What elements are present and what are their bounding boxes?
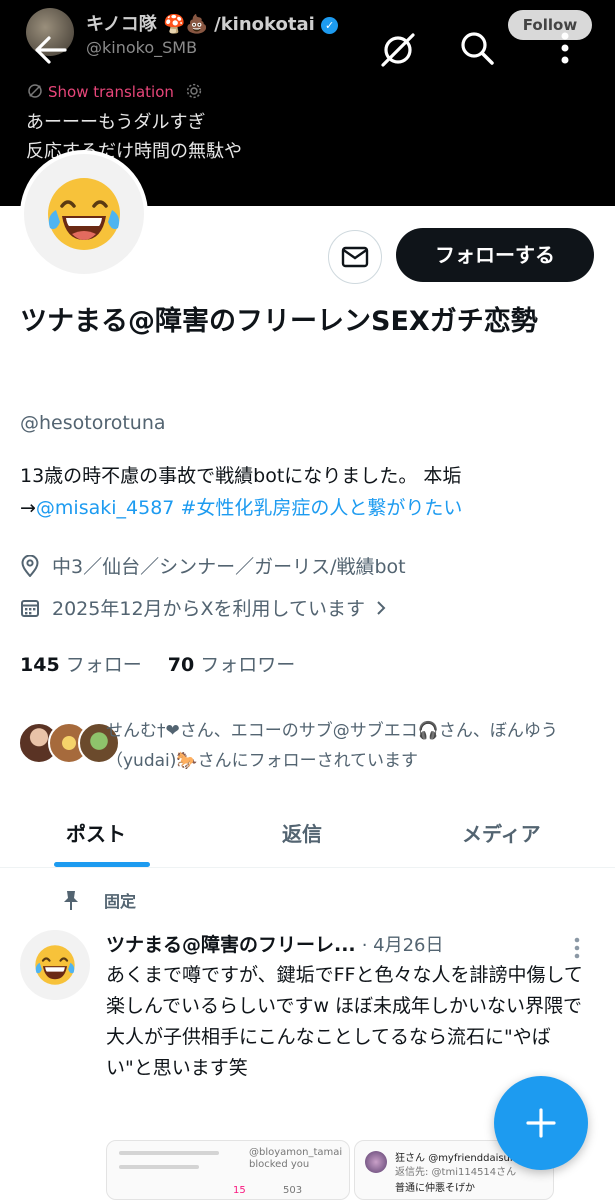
mushroom-emoji-icon: 🍄💩: [163, 14, 208, 35]
more-vertical-icon: [561, 32, 569, 64]
plus-icon: [526, 1108, 556, 1138]
banner-author-handle: @kinoko_SMB: [86, 38, 198, 57]
followers-count-link[interactable]: 70 フォロワー: [168, 654, 296, 676]
verified-badge-icon: ✓: [321, 17, 339, 34]
image-label: 503: [283, 1185, 303, 1196]
post-body: あくまで噂ですが、鍵垢でFFと色々な人を誹謗中傷して楽しんでいるらしいですw ほ…: [106, 964, 583, 1079]
post-author-avatar[interactable]: [20, 930, 90, 1000]
profile-joined-date[interactable]: 2025年12月からXを利用しています: [20, 594, 399, 621]
post-date[interactable]: · 4月26日: [362, 935, 444, 956]
chevron-right-icon: [377, 600, 386, 615]
followed-by-section[interactable]: せんむ†❤さん、エコーのサブ@サブエコ🎧さん、ぼんゆう（yudai)🐎さんにフォ…: [18, 716, 598, 778]
show-translation-link[interactable]: Show translation: [26, 82, 207, 101]
mute-toggle-button[interactable]: [374, 28, 422, 72]
more-vertical-icon: [574, 937, 580, 959]
following-count-link[interactable]: 145 フォロー: [20, 654, 142, 676]
more-options-button[interactable]: [545, 26, 585, 70]
profile-display-name: ツナまる@障害のフリーレンSEXガチ恋勢: [20, 306, 538, 337]
tab-posts[interactable]: ポスト: [66, 818, 126, 847]
pinned-label: 固定: [62, 888, 136, 912]
translation-icon: [28, 84, 42, 98]
active-tab-indicator: [54, 862, 150, 867]
follow-counts: 145 フォロー 70 フォロワー: [20, 650, 295, 677]
tab-media[interactable]: メディア: [462, 818, 541, 847]
profile-location: 中3／仙台／シンナー／ガーリス/戦績bot: [20, 552, 406, 579]
image-avatar: [365, 1151, 387, 1173]
profile-tabs: ポスト 返信 メディア: [0, 800, 615, 868]
gear-icon[interactable]: [185, 82, 203, 100]
followed-by-text: せんむ†❤さん、エコーのサブ@サブエコ🎧さん、ぼんゆう（yudai)🐎さんにフォ…: [106, 721, 558, 771]
image-text-line: [119, 1165, 199, 1169]
compose-post-button[interactable]: [494, 1076, 588, 1170]
search-button[interactable]: [455, 26, 499, 70]
post-author-name[interactable]: ツナまる@障害のフリーレ...: [106, 934, 356, 956]
laughing-emoji-icon: [48, 178, 120, 250]
back-arrow-icon: [35, 36, 67, 64]
image-label: 返信先: @tmi114514さん: [395, 1167, 517, 1178]
bio-hashtag-link[interactable]: #女性化乳房症の人と繋がりたい: [180, 497, 462, 519]
laughing-emoji-icon: [35, 945, 75, 985]
follow-button[interactable]: フォローする: [396, 228, 594, 282]
post-image-1[interactable]: @bloyamon_tamai blocked you 503 15: [106, 1140, 350, 1200]
bio-mention-link[interactable]: @misaki_4587: [36, 497, 174, 519]
pin-icon: [64, 891, 78, 910]
image-text-line: [119, 1151, 219, 1155]
mail-icon: [341, 246, 369, 268]
search-icon: [461, 32, 494, 65]
profile-handle: @hesotorotuna: [20, 412, 166, 434]
image-label: @bloyamon_tamai: [249, 1147, 343, 1158]
location-pin-icon: [21, 554, 39, 577]
profile-avatar[interactable]: [20, 150, 148, 278]
image-label: 15: [233, 1185, 246, 1196]
slash-circle-icon: [381, 33, 415, 67]
image-label: 狂さん @myfrienddaisuk: [395, 1153, 516, 1164]
image-label: 普通に仲悪そげか: [395, 1183, 475, 1194]
message-button[interactable]: [328, 230, 382, 284]
back-button[interactable]: [28, 30, 72, 70]
banner-author-name: キノコ隊 🍄💩 /kinokotai ✓: [86, 10, 339, 36]
post-header: ツナまる@障害のフリーレ... · 4月26日: [106, 930, 444, 957]
calendar-icon: [21, 599, 39, 617]
profile-bio: 13歳の時不慮の事故で戦績botになりました。 本垢→@misaki_4587 …: [20, 465, 463, 519]
tab-replies[interactable]: 返信: [282, 818, 322, 847]
image-label: blocked you: [249, 1159, 310, 1170]
